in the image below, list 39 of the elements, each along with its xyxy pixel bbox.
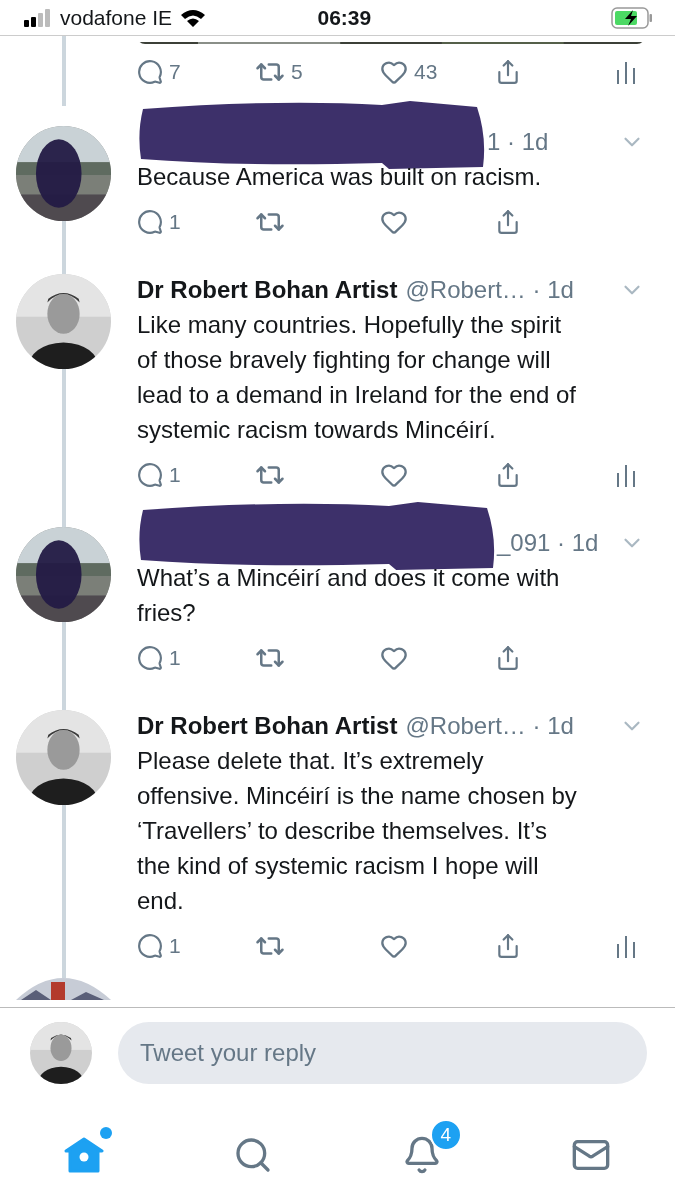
analytics-icon[interactable]	[615, 933, 637, 958]
retweet-button[interactable]: 5	[255, 56, 380, 87]
reply-button[interactable]: 7	[137, 58, 255, 85]
speech-bubble-icon	[137, 932, 163, 959]
reply-button[interactable]: 1	[137, 932, 255, 959]
share-icon	[495, 208, 521, 235]
tweet-text: Please delete that. It’s extremely offensive. Mincéirí is the name chosen by ‘Travellers’ to describe themselves. It’s the kind of systemic racism I hope will end.	[137, 746, 578, 916]
tweet-text: Because America was built on racism.	[137, 162, 543, 192]
reply-button[interactable]: 1	[137, 461, 255, 488]
reply-button[interactable]: 1	[137, 208, 255, 235]
handle-and-time: _091 · 1d	[497, 528, 599, 557]
share-icon	[495, 644, 521, 671]
handle-and-time: @Robert… · 1d	[405, 275, 574, 304]
speech-bubble-icon	[137, 58, 163, 85]
home-icon	[64, 1137, 105, 1173]
speech-bubble-icon	[137, 208, 163, 235]
handle-and-time: 1 · 1d	[487, 127, 549, 156]
share-icon	[495, 58, 521, 85]
analytics-icon[interactable]	[615, 462, 637, 487]
clock-time: 06:39	[317, 5, 373, 30]
tweet-text: Like many countries. Hopefully the spirit of those bravely fighting for change will lead to a demand in Ireland for the end of systemic racism towards Mincéirí.	[137, 310, 577, 445]
speech-bubble-icon	[137, 644, 163, 671]
reply-button[interactable]: 1	[137, 644, 255, 671]
battery-charging-icon	[611, 6, 653, 29]
speech-bubble-icon	[137, 461, 163, 488]
analytics-icon[interactable]	[615, 59, 637, 84]
tweet-text: What’s a Mincéirí and does it come with fries?	[137, 563, 561, 628]
like-button[interactable]: 43	[380, 57, 495, 86]
share-icon	[495, 461, 521, 488]
share-icon	[495, 932, 521, 959]
author-name[interactable]: Dr Robert Bohan Artist	[137, 275, 398, 304]
wifi-icon	[180, 7, 207, 28]
notification-count: 4	[429, 1119, 462, 1151]
handle-and-time: @Robert… · 1d	[405, 711, 574, 740]
notifications-tab[interactable]: 4	[381, 1119, 462, 1191]
signal-icon	[24, 8, 52, 27]
carrier-name: vodafone IE	[60, 5, 173, 30]
reply-field[interactable]: Tweet your reply	[118, 1022, 647, 1084]
author-name[interactable]: Dr Robert Bohan Artist	[137, 711, 398, 740]
